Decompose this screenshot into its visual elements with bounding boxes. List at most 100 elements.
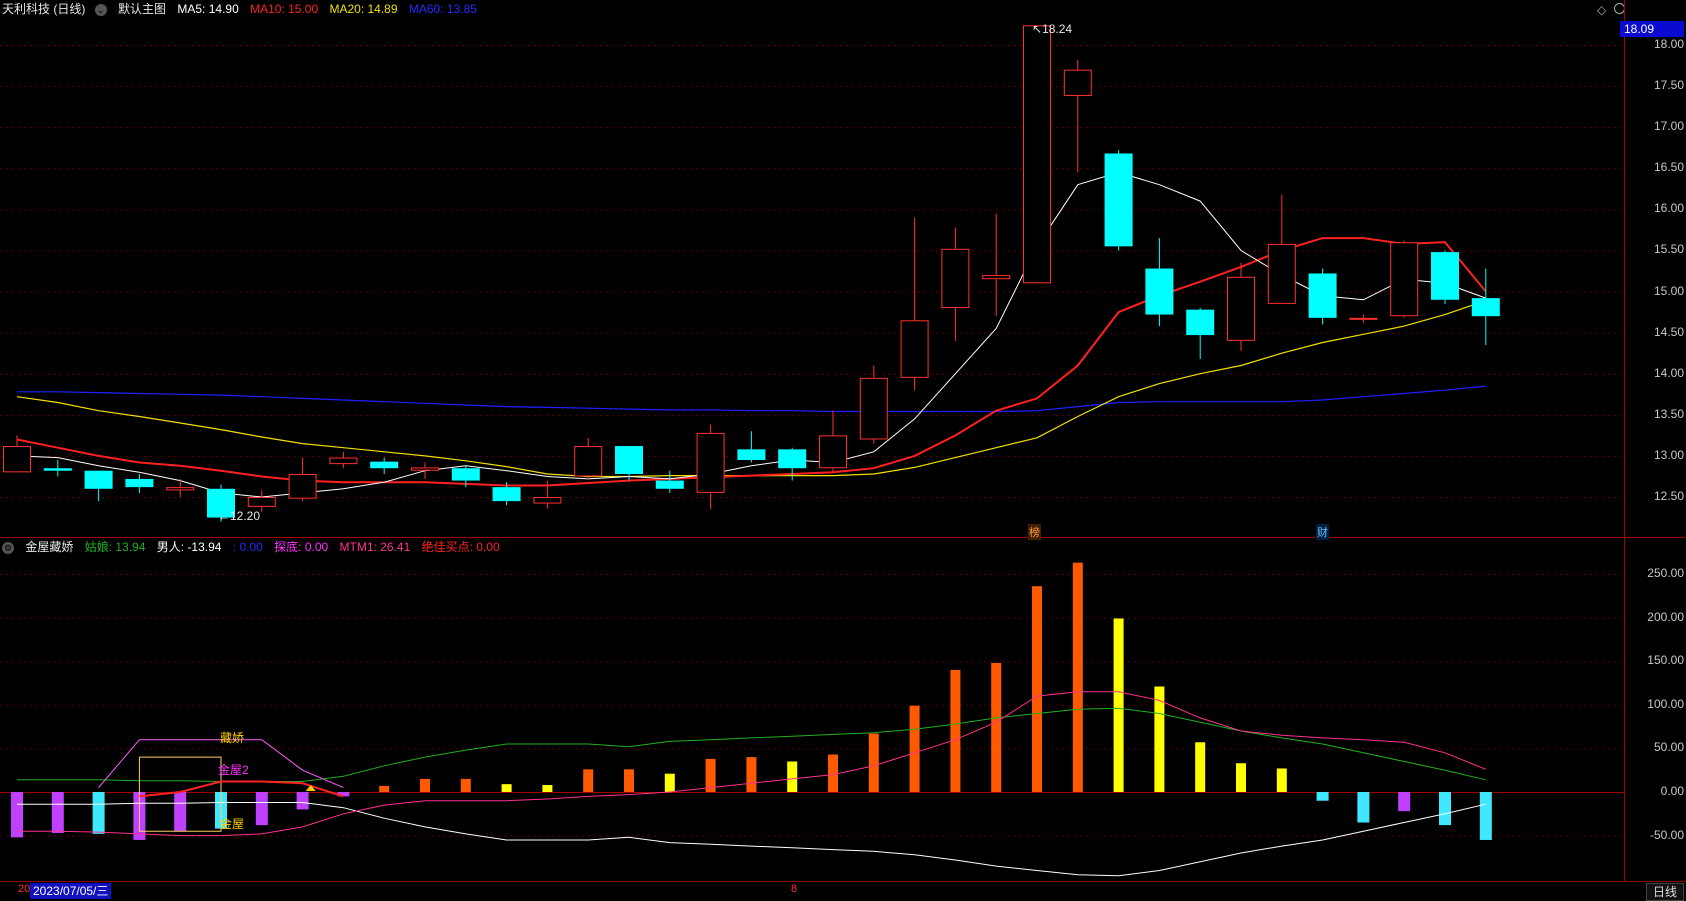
candle-body-down bbox=[655, 480, 684, 489]
event-tag-rank[interactable]: 榜 bbox=[1028, 524, 1041, 540]
low-annotation: ←12.20 bbox=[218, 509, 261, 523]
candle-body-down bbox=[451, 468, 480, 481]
indicator-bar bbox=[991, 662, 1002, 792]
indicator-bar bbox=[828, 754, 838, 792]
indicator-bar bbox=[1439, 792, 1451, 826]
price-tick-label: 14.00 bbox=[1653, 365, 1684, 380]
indicator-bar bbox=[787, 761, 798, 792]
price-tick-label: 17.00 bbox=[1653, 119, 1684, 134]
candle bbox=[1063, 59, 1092, 173]
candle bbox=[1349, 314, 1378, 323]
indicator-bar bbox=[909, 705, 920, 792]
price-tick-label: 15.50 bbox=[1653, 242, 1684, 257]
indicator-tick-label: 150.00 bbox=[1647, 653, 1684, 668]
price-tick-label: 17.50 bbox=[1653, 78, 1684, 93]
indicator-bar bbox=[950, 669, 961, 792]
candle bbox=[1227, 262, 1255, 351]
candle-body-down bbox=[125, 478, 154, 488]
candle-body-up bbox=[696, 432, 725, 493]
cursor-date: 2023/07/05/三 bbox=[30, 883, 112, 899]
indicator-bar bbox=[624, 769, 634, 792]
indicator-bars[interactable] bbox=[11, 562, 1492, 840]
candle-body-up bbox=[1227, 276, 1255, 341]
event-tag-finance[interactable]: 财 bbox=[1316, 524, 1329, 540]
candle-body-up bbox=[982, 275, 1011, 280]
indicator-bar bbox=[1072, 562, 1083, 792]
candle bbox=[125, 473, 154, 493]
indicator-bar bbox=[1236, 763, 1246, 792]
candle-body-up bbox=[900, 320, 929, 378]
indicator-bar bbox=[174, 792, 187, 832]
candle-body-down bbox=[492, 487, 521, 502]
candle-body-up bbox=[166, 487, 195, 491]
candle bbox=[819, 410, 847, 473]
candle bbox=[166, 478, 195, 497]
indicator-bar bbox=[296, 792, 309, 810]
indicator-tick-label: -50.00 bbox=[1649, 827, 1684, 842]
candle bbox=[615, 446, 643, 481]
zangjiao-label: 藏娇 bbox=[220, 731, 245, 745]
candle-body-up bbox=[1267, 243, 1296, 304]
candle bbox=[859, 365, 888, 444]
candle bbox=[696, 424, 725, 510]
candle bbox=[1104, 150, 1133, 251]
indicator-bar bbox=[1357, 792, 1370, 823]
candle bbox=[1023, 25, 1051, 284]
indicator-gridlines bbox=[0, 574, 1624, 837]
time-axis: 20 2023/07/05/三 8 日线 bbox=[0, 881, 1686, 901]
arrow-icon: ↖ bbox=[1032, 22, 1043, 36]
indicator-bar bbox=[664, 773, 675, 792]
price-tick-label: 12.50 bbox=[1653, 489, 1684, 503]
candle-body-down bbox=[737, 449, 766, 461]
indicator-bar bbox=[501, 784, 512, 792]
indicator-bar bbox=[51, 792, 64, 833]
indicator-bar bbox=[1032, 586, 1042, 792]
candle-body-down bbox=[43, 468, 72, 471]
indicator-bar bbox=[11, 792, 23, 838]
jinwu2-label: 金屋2 bbox=[218, 763, 249, 777]
indicator-tick-label: 100.00 bbox=[1647, 696, 1684, 711]
price-tick-label: 13.00 bbox=[1653, 447, 1684, 462]
candle bbox=[329, 451, 358, 469]
candle bbox=[1308, 268, 1337, 325]
candle bbox=[982, 213, 1011, 317]
candle bbox=[288, 457, 317, 502]
price-tick-label: 15.00 bbox=[1653, 283, 1684, 298]
chart-canvas[interactable] bbox=[0, 0, 1686, 900]
candle bbox=[655, 470, 684, 493]
indicator-bar bbox=[868, 733, 879, 792]
candle-body-up bbox=[574, 446, 603, 477]
candlesticks[interactable] bbox=[3, 25, 1500, 522]
candle-body-up bbox=[288, 473, 317, 499]
candle bbox=[737, 431, 766, 463]
candle bbox=[1186, 307, 1215, 359]
current-price-marker: 18.09 bbox=[1620, 21, 1684, 37]
price-tick-label: 16.00 bbox=[1653, 201, 1684, 216]
indicator-bar bbox=[420, 778, 430, 792]
price-tick-label: 16.50 bbox=[1653, 160, 1684, 175]
candle-body-down bbox=[1431, 252, 1459, 300]
candle bbox=[43, 460, 72, 477]
indicator-bar bbox=[1276, 768, 1287, 792]
price-tick-label: 13.50 bbox=[1653, 406, 1684, 421]
man-line bbox=[17, 802, 1486, 877]
candle-body-up bbox=[1023, 25, 1051, 284]
candle bbox=[900, 217, 929, 391]
candle bbox=[941, 227, 970, 341]
month-mark: 8 bbox=[791, 883, 798, 895]
candle bbox=[84, 470, 113, 502]
candle bbox=[1145, 238, 1174, 327]
price-tick-label: 14.50 bbox=[1653, 324, 1684, 339]
candle bbox=[1267, 194, 1296, 304]
candle-body-up bbox=[329, 457, 358, 465]
candle bbox=[574, 437, 603, 479]
indicator-bar bbox=[583, 769, 594, 792]
period-selector[interactable]: 日线 bbox=[1645, 883, 1684, 901]
candle-body-down bbox=[778, 449, 807, 469]
candle-body-down bbox=[1308, 273, 1337, 318]
candle bbox=[370, 457, 399, 474]
candle-body-down bbox=[1104, 153, 1133, 247]
candle-body-up bbox=[533, 497, 562, 504]
indicator-bar bbox=[255, 792, 268, 826]
arrow-icon: ← bbox=[218, 509, 230, 523]
